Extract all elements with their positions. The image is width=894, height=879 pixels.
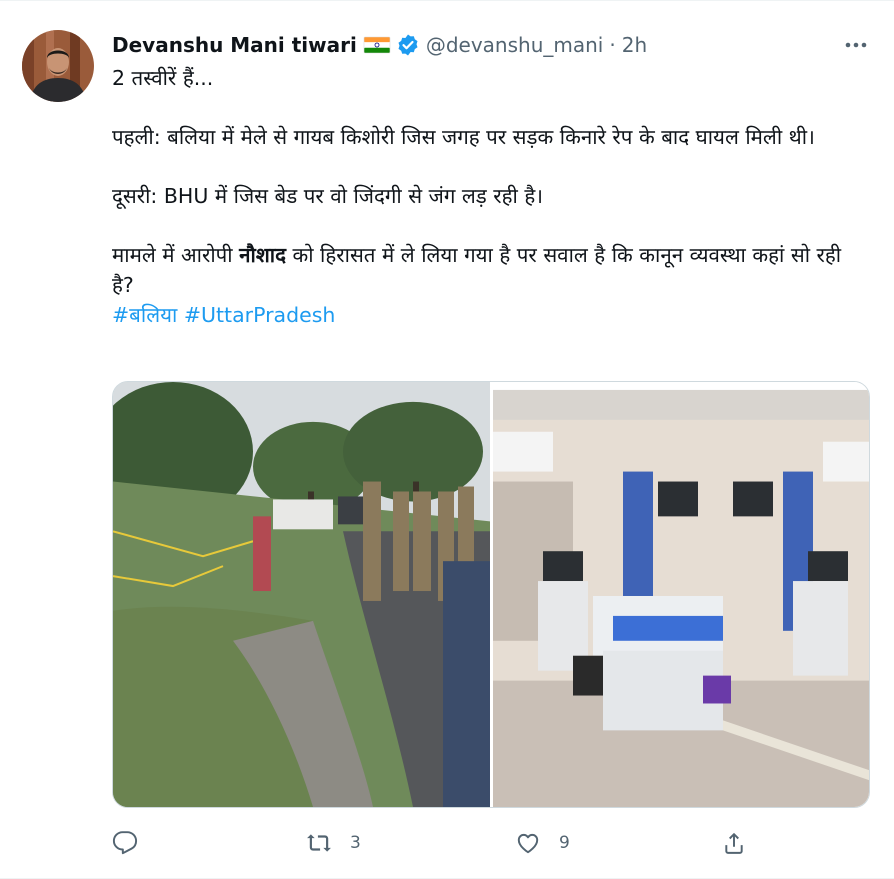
- media-grid: [112, 381, 870, 808]
- author-name[interactable]: Devanshu Mani tiwari: [112, 33, 357, 57]
- hashtag-ballia[interactable]: #बलिया: [112, 303, 177, 327]
- more-dots-icon: [845, 42, 867, 48]
- verified-badge-icon: [396, 33, 420, 57]
- hashtags: #बलिया #UttarPradesh: [112, 300, 852, 330]
- tweet-actions: 3 9: [112, 827, 852, 859]
- like-count: 9: [559, 833, 570, 853]
- tweet-paragraph-second-photo: दूसरी: BHU में जिस बेड पर वो जिंदगी से ज…: [112, 184, 544, 208]
- more-options-button[interactable]: [844, 33, 868, 57]
- separator-dot: ·: [609, 33, 616, 57]
- avatar[interactable]: [22, 30, 94, 102]
- retweet-icon: [307, 834, 331, 852]
- reply-icon: [112, 831, 138, 855]
- accused-text-before: मामले में आरोपी: [112, 243, 240, 267]
- tweet-paragraph-first-photo: पहली: बलिया में मेले से गायब किशोरी जिस …: [112, 125, 815, 149]
- hashtag-uttarpradesh[interactable]: #UttarPradesh: [184, 303, 336, 327]
- tweet-line-1: 2 तस्वीरें हैं...: [112, 66, 214, 90]
- photo-roadside-scene[interactable]: [113, 382, 490, 807]
- tweet[interactable]: Devanshu Mani tiwari @devanshu_mani · 2h: [0, 0, 894, 879]
- retweet-button[interactable]: 3: [306, 827, 361, 859]
- tweet-timestamp[interactable]: 2h: [622, 33, 647, 57]
- india-flag-icon: [363, 35, 391, 55]
- share-button[interactable]: [721, 827, 747, 859]
- like-button[interactable]: 9: [515, 827, 570, 859]
- tweet-paragraph-accused: मामले में आरोपी नौशाद को हिरासत में ले ल…: [112, 240, 852, 300]
- photo-hospital-bed[interactable]: [493, 382, 869, 807]
- tweet-text: 2 तस्वीरें हैं... पहली: बलिया में मेले स…: [112, 63, 852, 330]
- author-handle[interactable]: @devanshu_mani: [426, 33, 604, 57]
- retweet-count: 3: [350, 833, 361, 853]
- share-icon: [725, 832, 743, 854]
- accused-name: नौशाद: [239, 243, 286, 267]
- tweet-header: Devanshu Mani tiwari @devanshu_mani · 2h: [112, 32, 647, 58]
- heart-icon: [517, 833, 539, 854]
- reply-button[interactable]: [112, 827, 138, 859]
